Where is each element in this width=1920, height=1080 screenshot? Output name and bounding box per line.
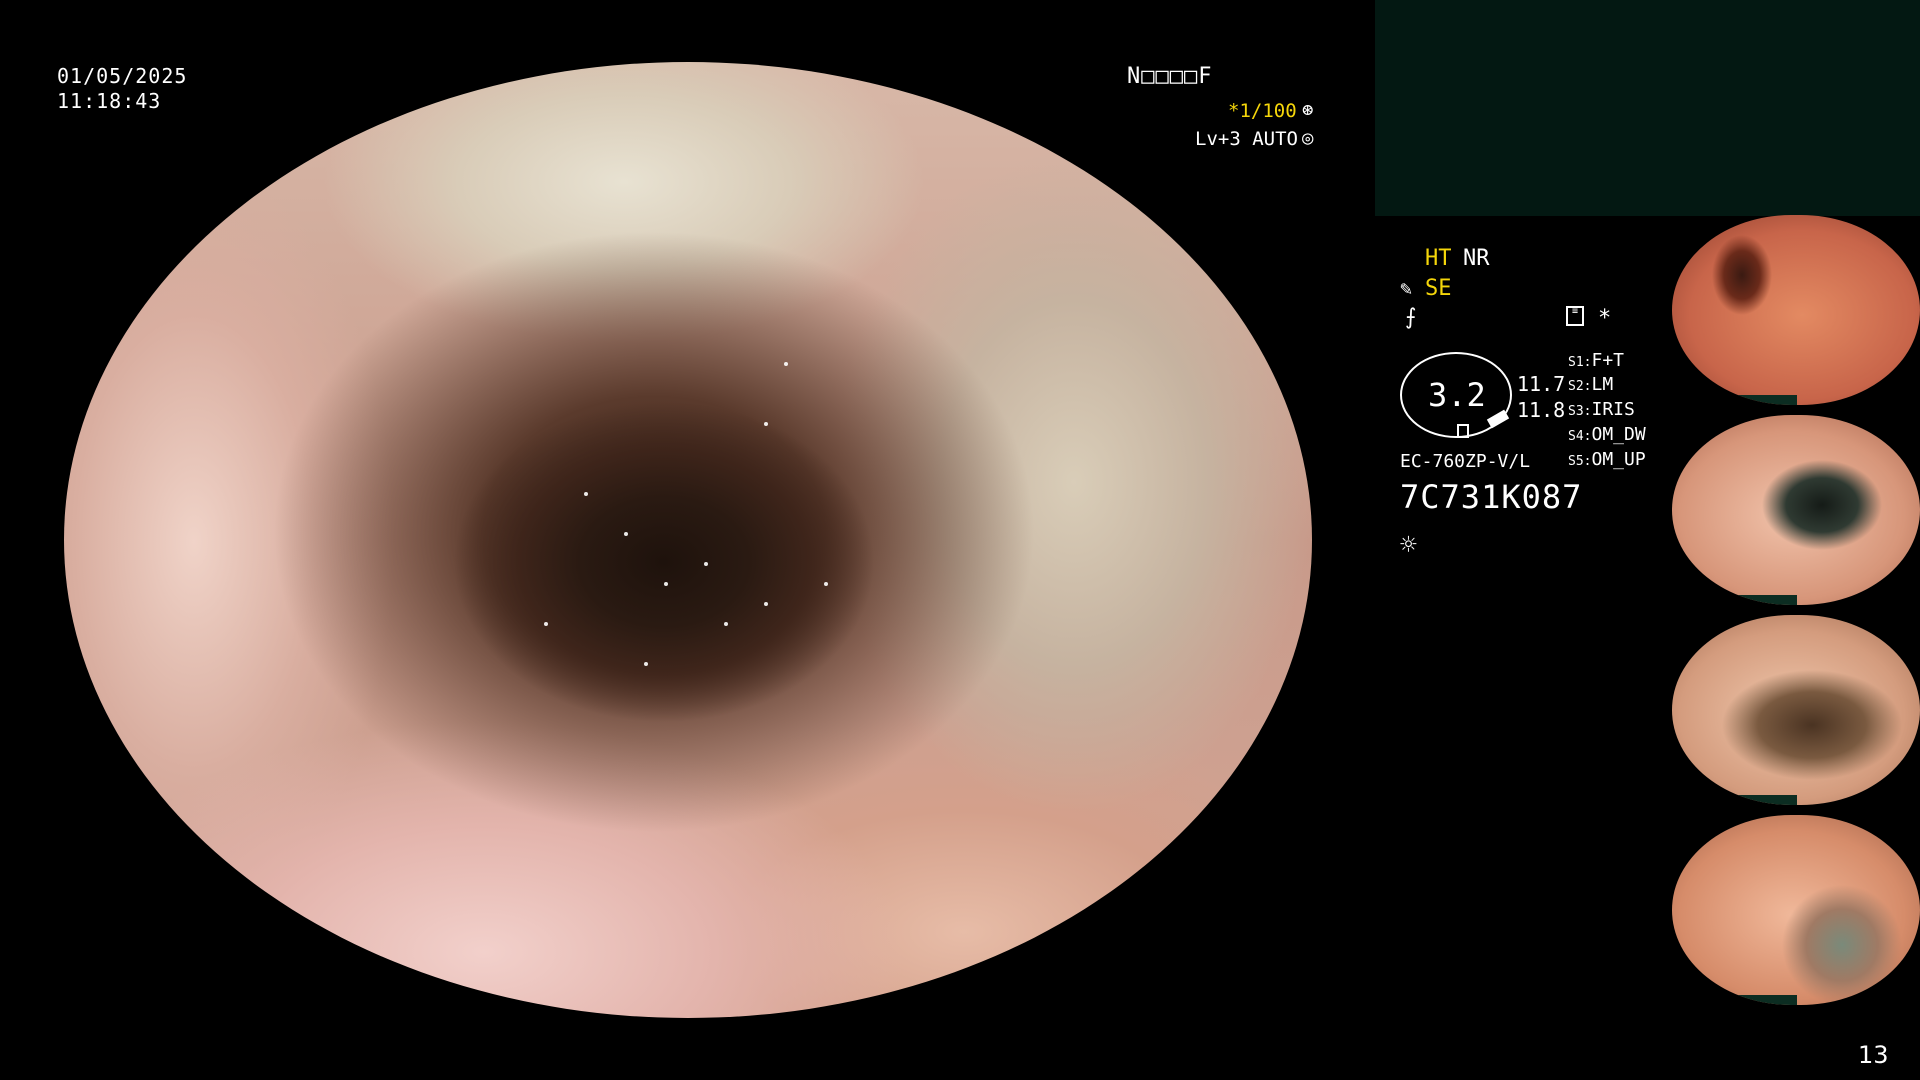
- thumbnail[interactable]: [1672, 215, 1920, 405]
- nr-label: NR: [1463, 246, 1490, 271]
- switch-2: S2:LM: [1568, 374, 1614, 395]
- switch-1: S1:F+T: [1568, 350, 1624, 371]
- date-label: 01/05/2025: [57, 64, 188, 88]
- serial-number: 7C731K087: [1400, 478, 1583, 516]
- switch-3: S3:IRIS: [1568, 399, 1635, 420]
- switch-4: S4:OM_DW: [1568, 424, 1646, 445]
- shutter-label: *1/100: [1228, 100, 1297, 122]
- mode-label: N□□□□F: [1127, 64, 1213, 89]
- pen-icon: ✎: [1400, 276, 1413, 300]
- value-2: 11.8: [1517, 398, 1566, 422]
- fog-icon: ⨍: [1405, 305, 1417, 330]
- light-icon: ☼: [1400, 528, 1417, 561]
- switch-5: S5:OM_UP: [1568, 449, 1646, 470]
- document-icon: ≡: [1566, 306, 1584, 326]
- thumbnail[interactable]: [1672, 415, 1920, 605]
- value-1: 11.7: [1517, 372, 1566, 396]
- aperture-icon: ⊛: [1302, 99, 1314, 121]
- thumbnail[interactable]: [1672, 815, 1920, 1005]
- zoom-value: 3.2: [1428, 376, 1486, 414]
- se-label: SE: [1425, 276, 1452, 301]
- auto-exposure-icon: ◎: [1302, 127, 1314, 149]
- endoscopy-image: [64, 62, 1312, 1018]
- ht-label: HT: [1425, 246, 1452, 271]
- scope-model: EC-760ZP-V/L: [1400, 451, 1531, 472]
- thumbnail[interactable]: [1672, 615, 1920, 805]
- info-panel: [1375, 0, 1920, 216]
- page-number: 13: [1858, 1041, 1889, 1069]
- time-label: 11:18:43: [57, 89, 162, 113]
- level-label: Lv+3 AUTO: [1195, 128, 1298, 150]
- star-label: *: [1598, 306, 1612, 331]
- gauge-box-icon: [1457, 424, 1469, 438]
